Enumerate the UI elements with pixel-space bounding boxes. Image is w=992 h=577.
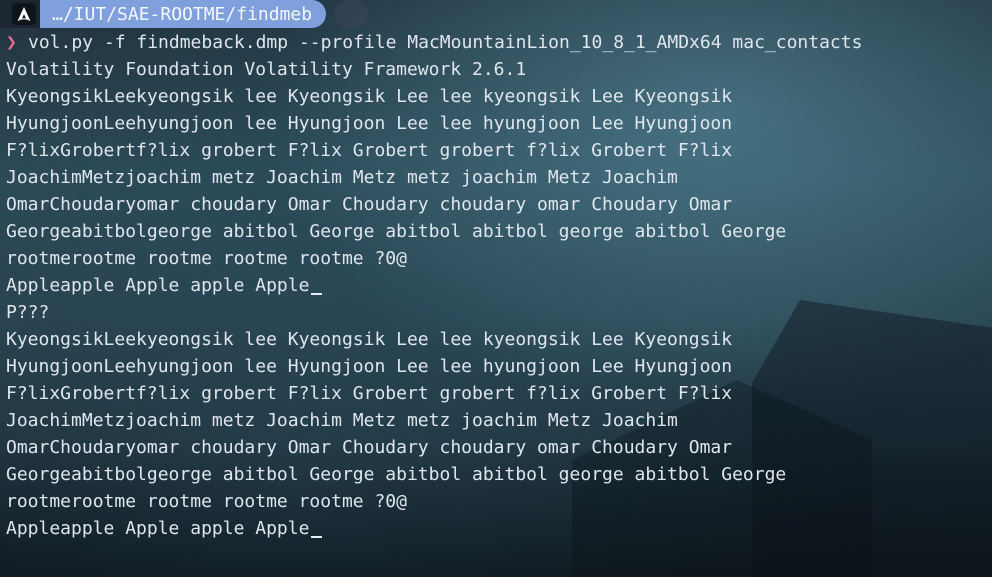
terminal-output: ❯ vol.py -f findmeback.dmp --profile Mac… bbox=[6, 29, 862, 542]
output-line: F?lixGrobertf?lix grobert F?lix Grobert … bbox=[6, 137, 862, 164]
output-line: Volatility Foundation Volatility Framewo… bbox=[6, 56, 862, 83]
output-line-text: P??? bbox=[6, 302, 50, 323]
output-line: rootmerootme rootme rootme rootme ?0@ bbox=[6, 245, 862, 272]
output-line-text: JoachimMetzjoachim metz Joachim Metz met… bbox=[6, 167, 678, 188]
prompt-os-segment bbox=[0, 0, 40, 28]
output-line-text: rootmerootme rootme rootme rootme ?0@ bbox=[6, 248, 407, 269]
output-line-text: Appleapple Apple apple Apple bbox=[6, 518, 310, 539]
output-line: Appleapple Apple apple Apple bbox=[6, 515, 862, 542]
output-line-text: F?lixGrobertf?lix grobert F?lix Grobert … bbox=[6, 383, 733, 404]
prompt-chevron: ❯ bbox=[6, 32, 17, 53]
output-line: rootmerootme rootme rootme rootme ?0@ bbox=[6, 488, 862, 515]
output-line: HyungjoonLeehyungjoon lee Hyungjoon Lee … bbox=[6, 353, 862, 380]
output-line-text: OmarChoudaryomar choudary Omar Choudary … bbox=[6, 437, 733, 458]
output-line-text: Volatility Foundation Volatility Framewo… bbox=[6, 59, 527, 80]
output-line-text: Appleapple Apple apple Apple bbox=[6, 275, 310, 296]
output-line-text: Georgeabitbolgeorge abitbol George abitb… bbox=[6, 464, 787, 485]
prompt-bar: …/IUT/SAE-ROOTME/findmeb bbox=[0, 0, 369, 28]
output-line-text: OmarChoudaryomar choudary Omar Choudary … bbox=[6, 194, 733, 215]
output-line: Appleapple Apple apple Apple bbox=[6, 272, 862, 299]
output-line: KyeongsikLeekyeongsik lee Kyeongsik Lee … bbox=[6, 326, 862, 353]
output-line: OmarChoudaryomar choudary Omar Choudary … bbox=[6, 434, 862, 461]
output-line: Georgeabitbolgeorge abitbol George abitb… bbox=[6, 461, 862, 488]
output-line-text: rootmerootme rootme rootme rootme ?0@ bbox=[6, 491, 407, 512]
output-line-text: JoachimMetzjoachim metz Joachim Metz met… bbox=[6, 410, 678, 431]
output-line: OmarChoudaryomar choudary Omar Choudary … bbox=[6, 191, 862, 218]
output-line: KyeongsikLeekyeongsik lee Kyeongsik Lee … bbox=[6, 83, 862, 110]
prompt-status-segment bbox=[334, 0, 369, 28]
output-line-text: HyungjoonLeehyungjoon lee Hyungjoon Lee … bbox=[6, 113, 733, 134]
output-line-text: HyungjoonLeehyungjoon lee Hyungjoon Lee … bbox=[6, 356, 733, 377]
output-line: JoachimMetzjoachim metz Joachim Metz met… bbox=[6, 407, 862, 434]
output-line: F?lixGrobertf?lix grobert F?lix Grobert … bbox=[6, 380, 862, 407]
underscore-cursor-icon bbox=[311, 536, 323, 538]
output-line-text: Georgeabitbolgeorge abitbol George abitb… bbox=[6, 221, 787, 242]
command-line[interactable]: ❯ vol.py -f findmeback.dmp --profile Mac… bbox=[6, 29, 862, 56]
output-line: HyungjoonLeehyungjoon lee Hyungjoon Lee … bbox=[6, 110, 862, 137]
prompt-path: …/IUT/SAE-ROOTME/findmeb bbox=[40, 0, 327, 28]
arch-linux-icon bbox=[12, 3, 36, 25]
underscore-cursor-icon bbox=[311, 293, 323, 295]
output-line: JoachimMetzjoachim metz Joachim Metz met… bbox=[6, 164, 862, 191]
command-text[interactable]: vol.py -f findmeback.dmp --profile MacMo… bbox=[28, 29, 862, 56]
output-line: Georgeabitbolgeorge abitbol George abitb… bbox=[6, 218, 862, 245]
terminal-window[interactable]: …/IUT/SAE-ROOTME/findmeb ❯ vol.py -f fin… bbox=[0, 0, 992, 577]
output-line-text: KyeongsikLeekyeongsik lee Kyeongsik Lee … bbox=[6, 86, 733, 107]
output-line-text: KyeongsikLeekyeongsik lee Kyeongsik Lee … bbox=[6, 329, 733, 350]
output-line-text: F?lixGrobertf?lix grobert F?lix Grobert … bbox=[6, 140, 733, 161]
output-line: P??? bbox=[6, 299, 862, 326]
